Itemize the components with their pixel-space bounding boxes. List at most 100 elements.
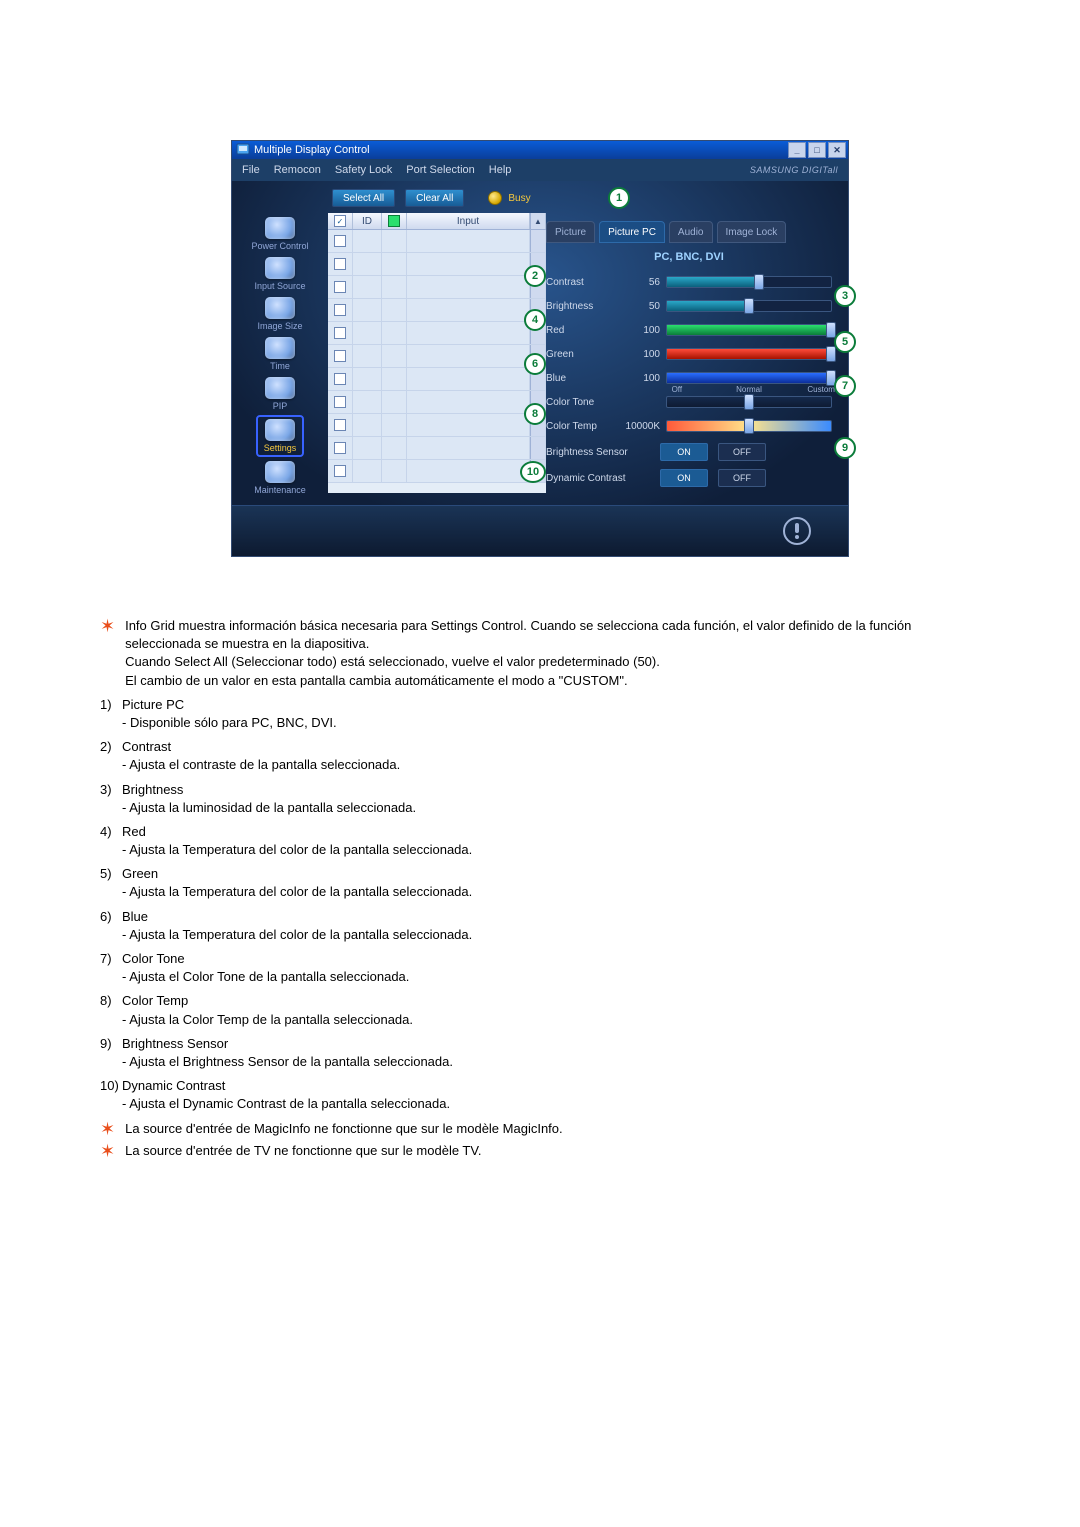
- row-checkbox[interactable]: [334, 235, 346, 247]
- menu-file[interactable]: File: [242, 164, 260, 176]
- row-checkbox[interactable]: [334, 258, 346, 270]
- tone-tick-off: Off: [672, 385, 683, 394]
- list-sub: - Ajusta la Color Temp de la pantalla se…: [100, 1011, 980, 1029]
- row-checkbox[interactable]: [334, 419, 346, 431]
- callout-4: 4: [524, 309, 546, 331]
- red-slider[interactable]: [666, 324, 832, 336]
- info-grid: ID Input ▲: [328, 213, 546, 493]
- list-num: 2): [100, 738, 122, 756]
- busy-indicator: Busy: [488, 191, 530, 205]
- table-row[interactable]: [328, 253, 546, 276]
- input-source-icon: [265, 257, 295, 279]
- menu-port-selection[interactable]: Port Selection: [406, 164, 474, 176]
- sidebar-item-input-source[interactable]: Input Source: [254, 257, 305, 291]
- table-row[interactable]: [328, 414, 546, 437]
- row-checkbox[interactable]: [334, 304, 346, 316]
- row-checkbox[interactable]: [334, 373, 346, 385]
- row-checkbox[interactable]: [334, 350, 346, 362]
- table-row[interactable]: [328, 368, 546, 391]
- list-title: Picture PC: [122, 697, 184, 712]
- scroll-up-icon[interactable]: ▲: [534, 217, 542, 226]
- list-num: 8): [100, 992, 122, 1010]
- row-checkbox[interactable]: [334, 396, 346, 408]
- numbered-list: 1)Picture PC- Disponible sólo para PC, B…: [100, 696, 980, 1114]
- tab-picture-pc[interactable]: Picture PC: [599, 221, 665, 243]
- table-row[interactable]: [328, 276, 546, 299]
- dynamic-contrast-on[interactable]: ON: [660, 469, 708, 487]
- list-title: Green: [122, 866, 158, 881]
- explanation-block: ✶ Info Grid muestra información básica n…: [100, 617, 980, 1160]
- sidebar-item-label: Image Size: [257, 321, 302, 331]
- minimize-button[interactable]: _: [788, 142, 806, 158]
- grid-header: ID Input ▲: [328, 213, 546, 230]
- list-num: 3): [100, 781, 122, 799]
- list-num: 4): [100, 823, 122, 841]
- sidebar-item-settings[interactable]: Settings: [258, 417, 303, 455]
- menu-help[interactable]: Help: [489, 164, 512, 176]
- contrast-slider[interactable]: [666, 276, 832, 288]
- list-num: 9): [100, 1035, 122, 1053]
- app-body: Power Control Input Source Image Size Ti…: [232, 181, 848, 505]
- busy-icon: [488, 191, 502, 205]
- table-row[interactable]: [328, 391, 546, 414]
- brightness-sensor-on[interactable]: ON: [660, 443, 708, 461]
- tab-audio[interactable]: Audio: [669, 221, 713, 243]
- intro-text-2: Cuando Select All (Seleccionar todo) est…: [125, 653, 980, 671]
- time-icon: [265, 337, 295, 359]
- intro-text-3: El cambio de un valor en esta pantalla c…: [125, 672, 980, 690]
- select-all-button[interactable]: Select All: [332, 189, 395, 207]
- sidebar-item-maintenance[interactable]: Maintenance: [254, 461, 306, 495]
- row-checkbox[interactable]: [334, 442, 346, 454]
- tab-image-lock[interactable]: Image Lock: [717, 221, 787, 243]
- red-label: Red: [546, 325, 622, 336]
- menu-bar: File Remocon Safety Lock Port Selection …: [232, 159, 848, 181]
- table-row[interactable]: [328, 299, 546, 322]
- table-row[interactable]: [328, 230, 546, 253]
- row-checkbox[interactable]: [334, 281, 346, 293]
- sidebar-item-pip[interactable]: PIP: [265, 377, 295, 411]
- maximize-button[interactable]: □: [808, 142, 826, 158]
- sidebar-item-time[interactable]: Time: [265, 337, 295, 371]
- table-row[interactable]: [328, 437, 546, 460]
- title-bar: Multiple Display Control _ □ ✕: [232, 141, 848, 159]
- contrast-value: 56: [622, 277, 666, 288]
- header-checkbox[interactable]: [334, 215, 346, 227]
- table-row[interactable]: [328, 322, 546, 345]
- sidebar-item-power-control[interactable]: Power Control: [251, 217, 308, 251]
- dynamic-contrast-off[interactable]: OFF: [718, 469, 766, 487]
- warning-icon: [782, 516, 812, 546]
- sidebar-item-label: Power Control: [251, 241, 308, 251]
- brightness-slider[interactable]: [666, 300, 832, 312]
- menu-safety-lock[interactable]: Safety Lock: [335, 164, 392, 176]
- tab-picture[interactable]: Picture: [546, 221, 595, 243]
- green-slider[interactable]: [666, 348, 832, 360]
- clear-all-button[interactable]: Clear All: [405, 189, 464, 207]
- list-title: Color Temp: [122, 993, 188, 1008]
- row-checkbox[interactable]: [334, 327, 346, 339]
- brightness-sensor-off[interactable]: OFF: [718, 443, 766, 461]
- green-label: Green: [546, 349, 622, 360]
- close-button[interactable]: ✕: [828, 142, 846, 158]
- callout-5: 5: [834, 331, 856, 353]
- color-temp-value: 10000K: [622, 421, 666, 432]
- color-tone-label: Color Tone: [546, 397, 622, 408]
- controls-panel: 1 2 3 4 5 6 7 8 9 10 Picture Picture: [546, 213, 848, 505]
- sidebar-item-image-size[interactable]: Image Size: [257, 297, 302, 331]
- list-num: 7): [100, 950, 122, 968]
- brightness-value: 50: [622, 301, 666, 312]
- list-title: Brightness Sensor: [122, 1036, 228, 1051]
- blue-slider[interactable]: [666, 372, 832, 384]
- list-title: Brightness: [122, 782, 183, 797]
- list-sub: - Ajusta el Brightness Sensor de la pant…: [100, 1053, 980, 1071]
- row-checkbox[interactable]: [334, 465, 346, 477]
- brand-label: SAMSUNG DIGITall: [750, 165, 838, 175]
- color-temp-slider[interactable]: [666, 420, 832, 432]
- color-tone-slider[interactable]: Off Normal Custom: [666, 396, 832, 408]
- panel-subtitle: PC, BNC, DVI: [546, 251, 832, 263]
- brightness-label: Brightness: [546, 301, 622, 312]
- table-row[interactable]: [328, 345, 546, 368]
- sidebar-item-label: PIP: [273, 401, 288, 411]
- menu-remocon[interactable]: Remocon: [274, 164, 321, 176]
- table-row[interactable]: [328, 460, 546, 483]
- list-sub: - Ajusta la Temperatura del color de la …: [100, 841, 980, 859]
